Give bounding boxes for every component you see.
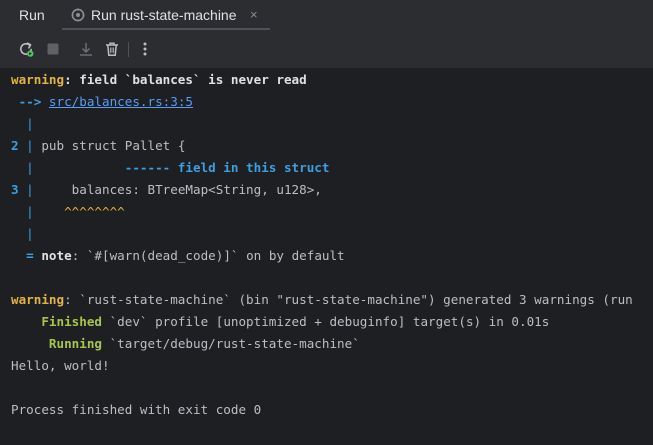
warning-message: : field `balances` is never read — [64, 72, 307, 87]
console-line-running: Running `target/debug/rust-state-machine… — [11, 333, 360, 355]
close-icon[interactable]: × — [250, 6, 258, 24]
console-line-code-3: 3 | balances: BTreeMap<String, u128>, — [11, 179, 322, 201]
tab-label: Run rust-state-machine — [91, 7, 237, 23]
console-line-gutter: | — [11, 226, 34, 241]
console-line-program-output: Hello, world! — [11, 358, 110, 373]
source-location-link[interactable]: src/balances.rs:3:5 — [49, 94, 193, 109]
gutter-bar: | — [11, 204, 34, 219]
gutter-bar: | — [18, 138, 42, 153]
rerun-icon[interactable] — [17, 40, 35, 58]
warning-label: warning — [11, 72, 65, 87]
run-tool-window: Run Run rust-state-machine × warning: fi… — [0, 0, 653, 445]
console-line-code-2: 2 | pub struct Pallet { — [11, 135, 185, 157]
note-message: : `#[warn(dead_code)]` on by default — [71, 248, 345, 263]
console-line-note: = note: `#[warn(dead_code)]` on by defau… — [11, 245, 345, 267]
rust-run-config-icon — [71, 8, 85, 22]
gutter-bar: | — [18, 182, 42, 197]
finished-label: Finished — [11, 314, 102, 329]
console-line-warning-summary: warning: `rust-state-machine` (bin "rust… — [11, 289, 633, 311]
gutter-bar: | — [11, 160, 34, 175]
line-number: 3 — [11, 182, 19, 197]
tab-run-rust-state-machine[interactable]: Run rust-state-machine × — [62, 0, 270, 30]
toolbar-separator — [128, 42, 129, 57]
console-output[interactable]: warning: field `balances` is never read … — [0, 68, 653, 445]
note-label: note — [41, 248, 72, 263]
console-line-carets: | ^^^^^^^^ — [11, 201, 125, 223]
console-line-finished: Finished `dev` profile [unoptimized + de… — [11, 311, 549, 333]
running-label: Running — [11, 336, 102, 351]
warning-label: warning — [11, 292, 65, 307]
console-line-location: --> src/balances.rs:3:5 — [11, 91, 193, 113]
console-line-warning: warning: field `balances` is never read — [11, 69, 307, 91]
location-arrow: --> — [11, 94, 49, 109]
console-line-label: | ------ field in this struct — [11, 157, 329, 179]
field-annotation: ------ field in this struct — [33, 160, 330, 175]
code-text: pub struct Pallet { — [41, 138, 186, 153]
running-message: `target/debug/rust-state-machine` — [102, 336, 360, 351]
clear-all-icon[interactable] — [103, 40, 121, 58]
run-toolbar — [0, 30, 653, 68]
stop-icon[interactable] — [44, 40, 62, 58]
more-options-icon[interactable] — [136, 40, 154, 58]
note-prefix: = — [11, 248, 42, 263]
console-line-exit-code: Process finished with exit code 0 — [11, 402, 262, 417]
caret-markers: ^^^^^^^^ — [33, 204, 125, 219]
warning-summary-message: : `rust-state-machine` (bin "rust-state-… — [64, 292, 633, 307]
code-text: balances: BTreeMap<String, u128>, — [41, 182, 322, 197]
console-line-gutter: | — [11, 116, 34, 131]
line-number: 2 — [11, 138, 19, 153]
finished-message: `dev` profile [unoptimized + debuginfo] … — [102, 314, 550, 329]
run-tool-title: Run — [19, 7, 45, 23]
tab-bar: Run Run rust-state-machine × — [0, 0, 653, 30]
scroll-to-end-icon[interactable] — [77, 40, 95, 58]
